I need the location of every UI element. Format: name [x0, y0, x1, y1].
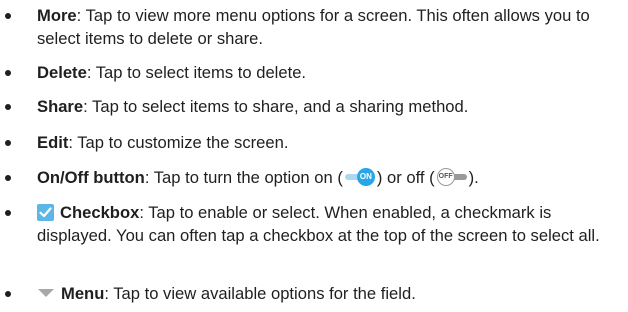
- description-part: ) or off (: [376, 168, 435, 187]
- term: Edit: [37, 133, 69, 152]
- item-text: Share: Tap to select items to share, and…: [37, 95, 617, 118]
- bullet: [5, 140, 11, 146]
- bullet: [5, 210, 11, 216]
- bullet: [5, 291, 11, 297]
- description: : Tap to select items to delete.: [86, 63, 307, 82]
- toggle-off-label: OFF: [436, 168, 455, 186]
- toggle-on-icon: ON: [344, 168, 375, 186]
- glossary-list: More: Tap to view more menu options for …: [0, 0, 628, 312]
- description: : Tap to view more menu options for a sc…: [37, 6, 590, 48]
- term: Checkbox: [60, 203, 140, 222]
- checkbox-icon: [37, 204, 54, 221]
- term: More: [37, 6, 77, 25]
- toggle-on-label: ON: [356, 168, 375, 186]
- item-text: Checkbox: Tap to enable or select. When …: [37, 201, 617, 247]
- term: Menu: [61, 284, 105, 303]
- toggle-off-icon: OFF: [436, 168, 467, 186]
- bullet: [5, 13, 11, 19]
- item-text: Menu: Tap to view available options for …: [37, 282, 617, 305]
- item-text: On/Off button: Tap to turn the option on…: [37, 166, 617, 189]
- item-text: Delete: Tap to select items to delete.: [37, 61, 617, 84]
- dropdown-triangle-icon: [38, 289, 54, 297]
- description: : Tap to customize the screen.: [68, 133, 289, 152]
- term: On/Off button: [37, 168, 145, 187]
- item-text: More: Tap to view more menu options for …: [37, 4, 617, 50]
- description-part: : Tap to turn the option on (: [144, 168, 343, 187]
- description: : Tap to view available options for the …: [104, 284, 416, 303]
- description: : Tap to select items to share, and a sh…: [83, 97, 469, 116]
- bullet: [5, 104, 11, 110]
- description-part: ).: [468, 168, 479, 187]
- bullet: [5, 175, 11, 181]
- term: Delete: [37, 63, 87, 82]
- bullet: [5, 70, 11, 76]
- item-text: Edit: Tap to customize the screen.: [37, 131, 617, 154]
- term: Share: [37, 97, 84, 116]
